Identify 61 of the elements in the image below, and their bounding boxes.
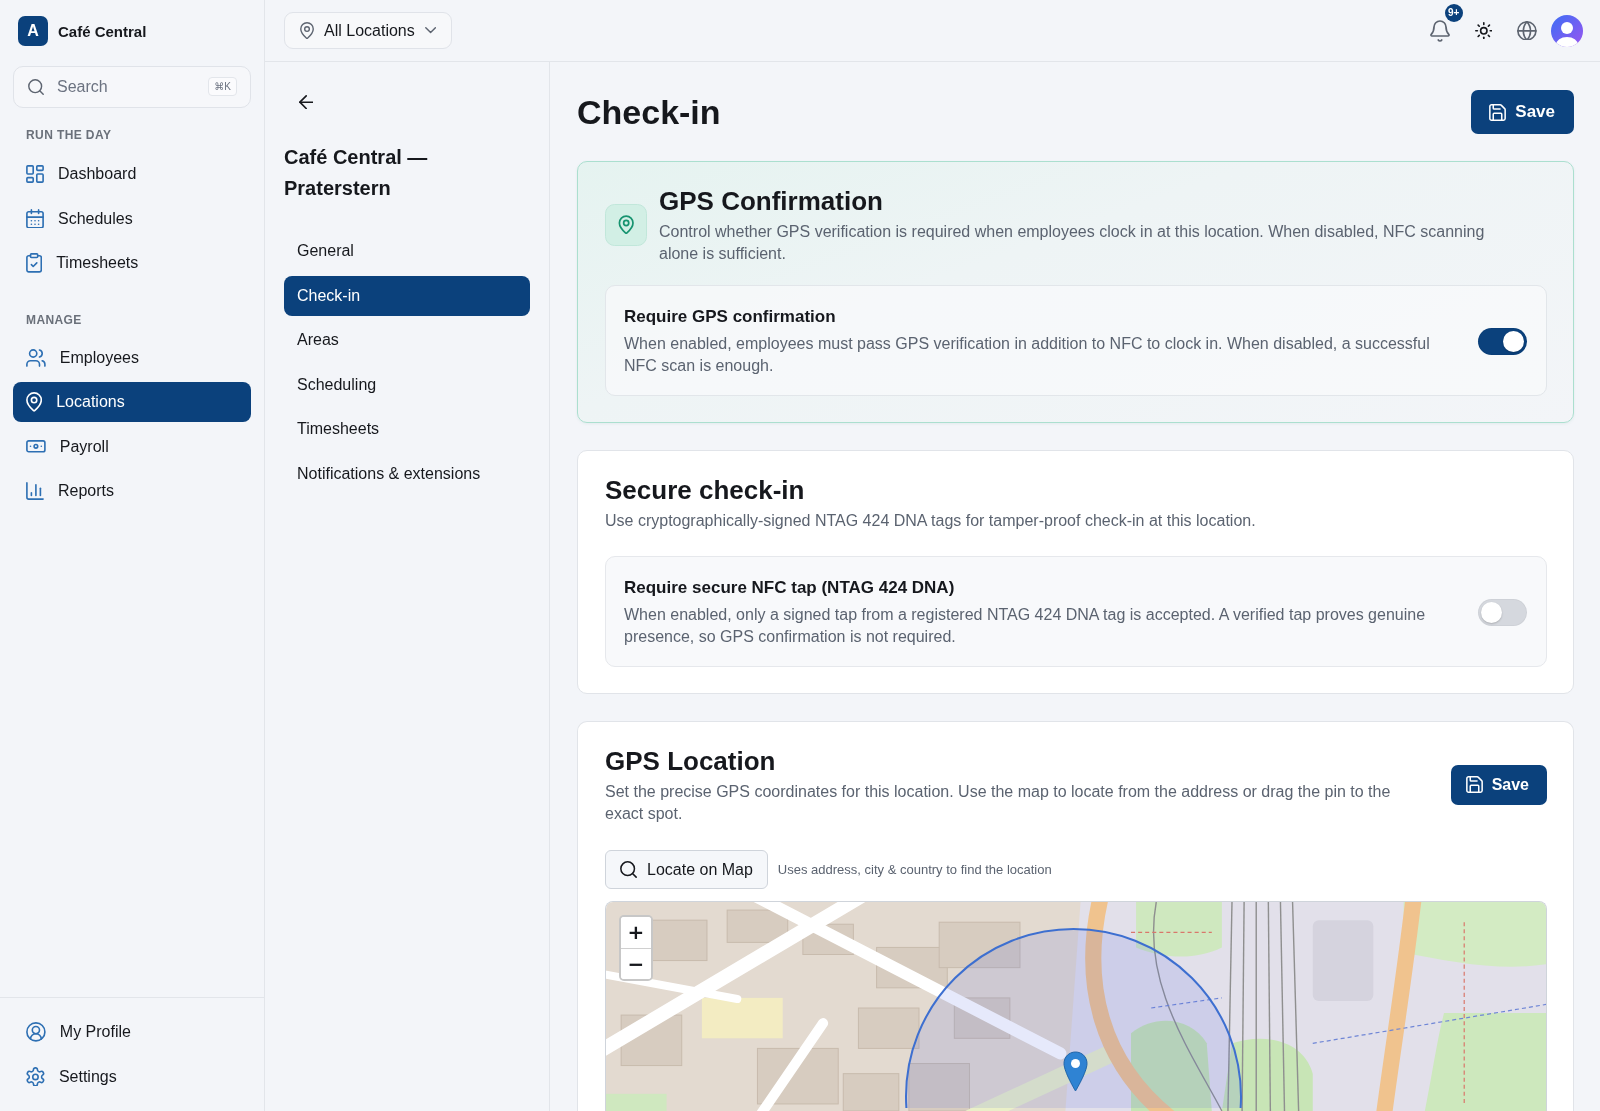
setting-title: Require GPS confirmation [624,306,837,328]
sidebar-item[interactable]: Schedules [13,198,251,239]
sun-icon[interactable] [1474,21,1493,40]
search-icon [28,79,44,95]
sidebar-item[interactable]: Reports [13,471,251,511]
sidebar-item[interactable]: Payroll [13,426,251,467]
location-nav-item[interactable]: Check-in [284,275,530,316]
location-nav-item[interactable]: General [284,231,530,272]
brand-name: Café Central [58,22,147,40]
section-heading: MANAGE [25,312,83,327]
user-circle-icon [26,1022,46,1042]
section-heading: RUN THE DAY [25,128,113,142]
map-pin-icon [26,392,43,412]
notification-badge: 9+ [1444,3,1463,22]
setting-description: When enabled, employees must pass GPS verification in addition to NFC to clock in. When disabled, a successful NFC scan is enough. [624,334,1431,376]
location-nav-item[interactable]: Notifications & extensions [284,453,530,494]
map-pin-icon [605,203,647,246]
toggle-switch[interactable] [1478,327,1527,355]
card-description: Control whether GPS verification is required when employees clock in at this location. When disabled, NFC scanning alone is sufficient. [659,222,1486,264]
card-title: GPS Location [605,745,777,778]
card-description: Set the precise GPS coordinates for this location. Use the map to locate from the address or drag the pin to the exact spot. [605,782,1392,824]
people-icon [26,348,46,367]
calendar-icon [26,208,44,229]
bar-chart-icon [26,482,44,500]
sidebar-item[interactable]: My Profile [13,1012,251,1052]
bell-icon[interactable] [1429,19,1450,42]
card-description: Use cryptographically-signed NTAG 424 DNA tags for tamper-proof check-in at this location. [605,511,1257,531]
location-title: Café Central — Praterstern [284,145,429,202]
keyboard-shortcut: ⌘K [208,77,237,96]
sidebar-item[interactable]: Locations [13,382,251,422]
search-icon [620,861,637,878]
card-title: Secure check-in [605,474,806,507]
sidebar-item[interactable]: Dashboard [13,154,251,194]
chevron-down-icon [424,27,436,34]
card-title: GPS Confirmation [659,185,884,218]
location-nav-item[interactable]: Timesheets [284,409,530,450]
sidebar-item[interactable]: Employees [13,337,251,378]
page-title: Check-in [577,92,721,133]
brand-logo: A [18,16,48,46]
banknote-icon [26,440,46,453]
toggle-switch[interactable] [1478,598,1527,626]
location-nav-item[interactable]: Scheduling [284,364,530,405]
sidebar-item[interactable]: Timesheets [13,243,251,283]
map-marker-icon[interactable] [1063,1051,1088,1092]
layout-grid-icon [26,165,44,183]
setting-description: When enabled, only a signed tap from a registered NTAG 424 DNA tag is accepted. A verified tap proves genuine presence, so GPS confirmation is not required. [624,605,1427,647]
map-pin-icon [300,21,315,40]
globe-icon[interactable] [1517,20,1537,41]
location-nav-item[interactable]: Areas [284,320,530,361]
arrow-left-icon [299,95,314,110]
setting-title: Require secure NFC tap (NTAG 424 DNA) [624,577,956,599]
location-filter-dropdown[interactable]: All Locations [284,12,452,49]
sidebar-item[interactable]: Settings [13,1056,251,1097]
save-button[interactable]: Save [1450,764,1547,805]
clipboard-check-icon [26,253,43,273]
zoom-out-button[interactable]: − [621,948,651,979]
avatar-icon[interactable] [1551,14,1583,47]
save-button[interactable]: Save [1471,90,1574,134]
gear-icon [26,1066,45,1087]
locate-hint: Uses address, city & country to find the location [777,862,1052,877]
locate-button[interactable]: Locate on Map [605,850,768,889]
